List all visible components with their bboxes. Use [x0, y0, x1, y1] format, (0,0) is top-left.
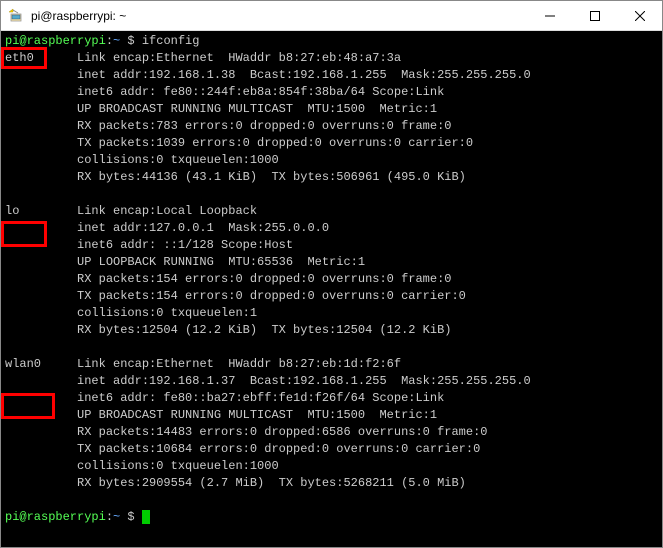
prompt-userhost-2: pi@raspberrypi — [5, 510, 106, 524]
close-button[interactable] — [617, 1, 662, 30]
wlan0-line-0: Link encap:Ethernet HWaddr b8:27:eb:1d:f… — [77, 357, 401, 371]
prompt-dollar: $ — [120, 34, 142, 48]
eth0-line-5: TX packets:1039 errors:0 dropped:0 overr… — [77, 136, 473, 150]
window-title: pi@raspberrypi: ~ — [25, 9, 527, 23]
lo-line-7: RX bytes:12504 (12.2 KiB) TX bytes:12504… — [77, 323, 451, 337]
lo-line-1: inet addr:127.0.0.1 Mask:255.0.0.0 — [77, 221, 329, 235]
highlight-lo — [1, 221, 47, 247]
app-window: pi@raspberrypi: ~ pi@raspberrypi:~ $ ifc… — [0, 0, 663, 548]
lo-line-4: RX packets:154 errors:0 dropped:0 overru… — [77, 272, 451, 286]
minimize-button[interactable] — [527, 1, 572, 30]
terminal-area[interactable]: pi@raspberrypi:~ $ ifconfig eth0 Link en… — [1, 31, 662, 547]
prompt-sep-2: : — [106, 510, 113, 524]
wlan0-line-6: collisions:0 txqueuelen:1000 — [77, 459, 279, 473]
lo-line-3: UP LOOPBACK RUNNING MTU:65536 Metric:1 — [77, 255, 365, 269]
wlan0-line-1: inet addr:192.168.1.37 Bcast:192.168.1.2… — [77, 374, 531, 388]
eth0-line-4: RX packets:783 errors:0 dropped:0 overru… — [77, 119, 451, 133]
wlan0-line-2: inet6 addr: fe80::ba27:ebff:fe1d:f26f/64… — [77, 391, 444, 405]
eth0-line-1: inet addr:192.168.1.38 Bcast:192.168.1.2… — [77, 68, 531, 82]
eth0-line-3: UP BROADCAST RUNNING MULTICAST MTU:1500 … — [77, 102, 437, 116]
lo-line-6: collisions:0 txqueuelen:1 — [77, 306, 257, 320]
titlebar[interactable]: pi@raspberrypi: ~ — [1, 1, 662, 31]
wlan0-line-3: UP BROADCAST RUNNING MULTICAST MTU:1500 … — [77, 408, 437, 422]
eth0-line-0: Link encap:Ethernet HWaddr b8:27:eb:48:a… — [77, 51, 401, 65]
prompt-userhost: pi@raspberrypi — [5, 34, 106, 48]
maximize-button[interactable] — [572, 1, 617, 30]
window-controls — [527, 1, 662, 30]
eth0-line-7: RX bytes:44136 (43.1 KiB) TX bytes:50696… — [77, 170, 466, 184]
eth0-line-6: collisions:0 txqueuelen:1000 — [77, 153, 279, 167]
wlan0-line-5: TX packets:10684 errors:0 dropped:0 over… — [77, 442, 480, 456]
lo-line-0: Link encap:Local Loopback — [77, 204, 257, 218]
putty-icon — [7, 7, 25, 25]
eth0-line-2: inet6 addr: fe80::244f:eb8a:854f:38ba/64… — [77, 85, 444, 99]
wlan0-line-7: RX bytes:2909554 (2.7 MiB) TX bytes:5268… — [77, 476, 466, 490]
cursor — [142, 510, 150, 524]
wlan0-line-4: RX packets:14483 errors:0 dropped:6586 o… — [77, 425, 487, 439]
lo-line-5: TX packets:154 errors:0 dropped:0 overru… — [77, 289, 466, 303]
prompt-dollar-2: $ — [120, 510, 142, 524]
iface-name-wlan0: wlan0 — [5, 357, 77, 371]
highlight-wlan0 — [1, 393, 55, 419]
iface-name-eth0: eth0 — [5, 51, 77, 65]
lo-line-2: inet6 addr: ::1/128 Scope:Host — [77, 238, 293, 252]
iface-name-lo: lo — [5, 204, 77, 218]
command-text: ifconfig — [142, 34, 200, 48]
prompt-sep: : — [106, 34, 113, 48]
